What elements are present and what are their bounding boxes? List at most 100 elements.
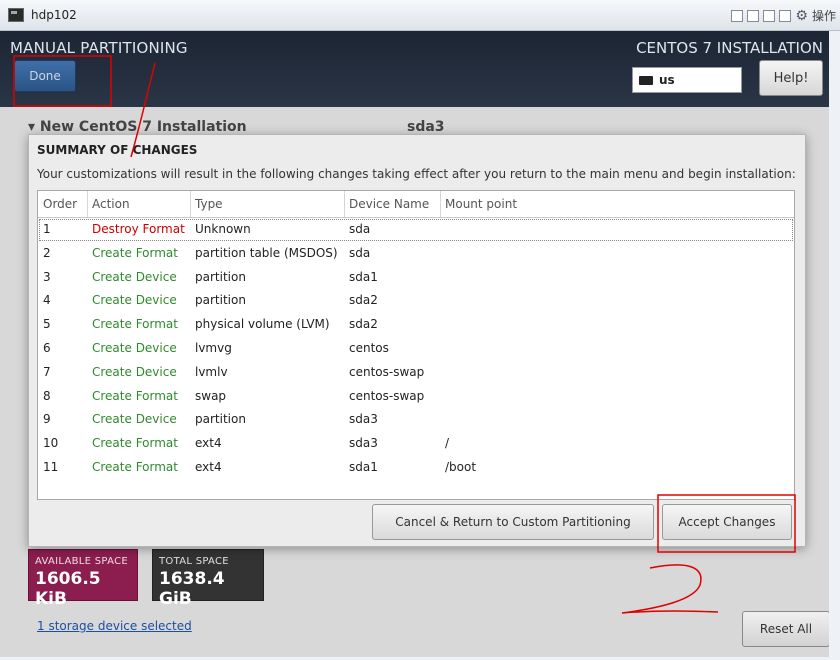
gear-icon[interactable]: ⚙ — [795, 9, 808, 23]
done-button[interactable]: Done — [14, 60, 76, 92]
accept-changes-button[interactable]: Accept Changes — [662, 504, 792, 540]
table-row[interactable]: 1 Destroy Format Unknown sda — [38, 218, 794, 242]
column-header-device-name[interactable]: Device Name — [344, 191, 441, 217]
cell-mount-point — [440, 408, 794, 432]
cell-order: 1 — [43, 222, 51, 236]
table-row[interactable]: 7 Create Device lvmlv centos-swap — [38, 361, 794, 385]
cell-order: 10 — [43, 436, 59, 451]
cell-order: 9 — [43, 412, 51, 427]
cell-device-name: sda — [349, 245, 371, 260]
cell-action: Create Device — [92, 340, 177, 355]
cell-type: ext4 — [195, 459, 222, 474]
table-row[interactable]: 9 Create Device partition sda3 — [38, 408, 794, 432]
dialog-title: SUMMARY OF CHANGES — [37, 143, 198, 157]
cell-device-name: sda — [349, 222, 371, 236]
cell-order: 7 — [43, 364, 51, 379]
table-body: 1 Destroy Format Unknown sda 2 Create Format p… — [38, 218, 794, 480]
cell-mount-point — [440, 361, 794, 385]
cell-action: Create Device — [92, 293, 177, 308]
cell-mount-point — [440, 385, 794, 409]
cell-mount-point — [440, 266, 794, 290]
page-title: MANUAL PARTITIONING — [10, 39, 188, 57]
cell-type: lvmvg — [195, 340, 232, 355]
cell-type: swap — [195, 388, 227, 403]
cell-action: Create Device — [92, 412, 177, 427]
summary-of-changes-dialog: SUMMARY OF CHANGES Your customizations w… — [28, 134, 806, 547]
table-row[interactable]: 8 Create Format swap centos-swap — [38, 385, 794, 409]
installer-header: MANUAL PARTITIONING Done CENTOS 7 INSTAL… — [0, 31, 829, 107]
table-row[interactable]: 2 Create Format partition table (MSDOS) sda — [38, 242, 794, 266]
table-row[interactable]: 6 Create Device lvmvg centos — [38, 337, 794, 361]
cell-order: 2 — [43, 245, 51, 260]
total-space-box: TOTAL SPACE 1638.4 GiB — [152, 549, 264, 609]
cell-action: Create Format — [92, 317, 178, 332]
operations-menu[interactable]: 操作 — [812, 7, 836, 24]
cell-device-name: sda1 — [349, 269, 378, 284]
table-row[interactable]: 11 Create Format ext4 sda1/boot — [38, 456, 794, 480]
cell-device-name: sda2 — [349, 293, 378, 308]
cell-action: Create Format — [92, 459, 178, 474]
cell-device-name: centos-swap — [349, 388, 425, 403]
cell-action: Create Device — [92, 269, 177, 284]
changes-table[interactable]: Order Action Type Device Name Mount poin… — [37, 190, 795, 500]
window-maximize-icon[interactable] — [763, 9, 776, 22]
cell-mount-point — [440, 242, 794, 266]
keyboard-icon — [639, 75, 653, 85]
cell-type: partition — [195, 293, 246, 308]
table-row[interactable]: 3 Create Device partition sda1 — [38, 266, 794, 290]
storage-devices-link[interactable]: 1 storage device selected — [37, 619, 192, 633]
vm-title-bar: hdp102 ⚙ 操作 — [0, 0, 840, 31]
cancel-return-button[interactable]: Cancel & Return to Custom Partitioning — [372, 504, 654, 540]
column-header-order[interactable]: Order — [38, 191, 88, 217]
cell-action: Create Format — [92, 436, 178, 451]
cell-type: partition — [195, 269, 246, 284]
vm-window-title: hdp102 — [31, 8, 77, 22]
cell-action: Destroy Format — [92, 222, 185, 236]
installation-header-label: New CentOS 7 Installation — [39, 119, 247, 135]
cell-device-name: centos-swap — [349, 364, 425, 379]
cell-order: 4 — [43, 293, 51, 308]
cell-type: partition table (MSDOS) — [195, 245, 338, 260]
available-space-label: AVAILABLE SPACE — [35, 556, 128, 567]
cell-type: lvmlv — [195, 364, 228, 379]
table-header: Order Action Type Device Name Mount poin… — [38, 191, 794, 218]
product-title: CENTOS 7 INSTALLATION — [636, 39, 823, 57]
total-space-value: 1638.4 GiB — [159, 569, 225, 609]
help-button[interactable]: Help! — [759, 60, 823, 96]
cell-action: Create Format — [92, 388, 178, 403]
cell-action: Create Format — [92, 245, 178, 260]
cell-type: partition — [195, 412, 246, 427]
cell-action: Create Device — [92, 364, 177, 379]
window-close-icon[interactable] — [779, 9, 792, 22]
window-restore-icon[interactable] — [731, 9, 744, 22]
cell-order: 3 — [43, 269, 51, 284]
cell-device-name: sda2 — [349, 317, 378, 332]
reset-all-button[interactable]: Reset All — [742, 611, 829, 647]
cell-mount-point — [440, 289, 794, 313]
cell-device-name: centos — [349, 340, 389, 355]
cell-device-name: sda1 — [349, 459, 378, 474]
cell-mount-point: / — [445, 436, 450, 451]
cell-mount-point — [440, 313, 794, 337]
cell-type: ext4 — [195, 436, 222, 451]
cell-order: 8 — [43, 388, 51, 403]
table-row[interactable]: 4 Create Device partition sda2 — [38, 289, 794, 313]
table-row[interactable]: 10 Create Format ext4 sda3 / — [38, 432, 794, 456]
cell-order: 11 — [43, 459, 59, 474]
window-minimize-icon[interactable] — [747, 9, 760, 22]
cell-mount-point — [440, 218, 794, 242]
table-row[interactable]: 5 Create Format physical volume (LVM) sda2 — [38, 313, 794, 337]
cell-mount-point: /boot — [445, 459, 477, 474]
cell-type: physical volume (LVM) — [195, 317, 330, 332]
available-space-value: 1606.5 KiB — [35, 569, 101, 609]
vm-console-icon — [8, 8, 24, 22]
column-header-type[interactable]: Type — [190, 191, 345, 217]
column-header-mount-point[interactable]: Mount point — [440, 191, 794, 217]
cell-order: 6 — [43, 340, 51, 355]
dialog-description: Your customizations will result in the f… — [37, 167, 796, 181]
cell-device-name: sda3 — [349, 436, 378, 451]
keyboard-layout-label: us — [659, 73, 675, 87]
installation-header[interactable]: ▾ New CentOS 7 Installation — [28, 119, 380, 135]
keyboard-layout-indicator[interactable]: us — [632, 67, 742, 93]
column-header-action[interactable]: Action — [87, 191, 191, 217]
